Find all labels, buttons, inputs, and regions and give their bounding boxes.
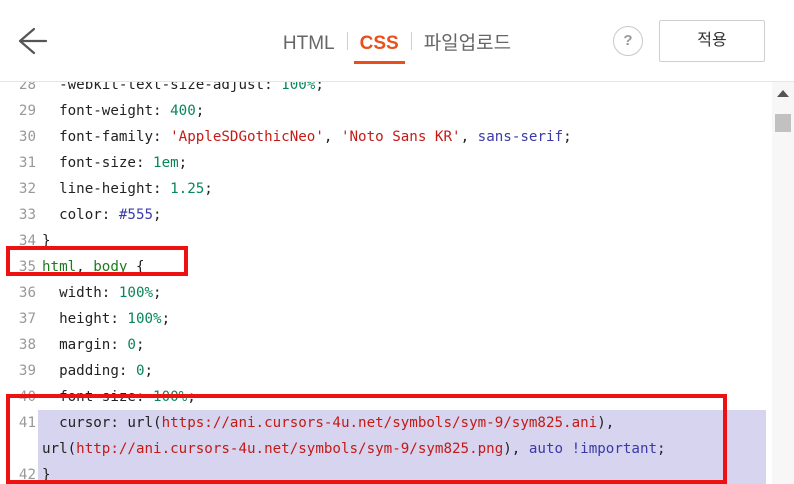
code-token: font-size: bbox=[42, 155, 154, 171]
line-number: 36 bbox=[18, 285, 36, 301]
line-number: 30 bbox=[18, 129, 36, 145]
code-token: padding: bbox=[42, 363, 136, 379]
code-token: 'AppleSDGothicNeo' bbox=[170, 129, 324, 145]
line-number: 31 bbox=[18, 155, 36, 171]
code-token: ; bbox=[153, 285, 162, 301]
code-token: ; bbox=[563, 129, 572, 145]
code-token: 'Noto Sans KR' bbox=[340, 129, 461, 145]
code-token: 100% bbox=[281, 82, 316, 93]
highlight-box-cursor-rule bbox=[6, 394, 727, 484]
code-token: 0 bbox=[127, 337, 136, 353]
apply-button[interactable]: 적용 bbox=[659, 20, 765, 62]
line-number: 32 bbox=[18, 181, 36, 197]
code-token: margin: bbox=[42, 337, 128, 353]
code-token: 1.25 bbox=[170, 181, 205, 197]
code-token: color: bbox=[42, 207, 119, 223]
line-number: 29 bbox=[18, 103, 36, 119]
line-number: 39 bbox=[18, 363, 36, 379]
line-number: 38 bbox=[18, 337, 36, 353]
code-text: margin: 0; bbox=[42, 332, 145, 358]
code-token: ; bbox=[135, 337, 145, 353]
editor-scrollbar[interactable] bbox=[772, 82, 794, 484]
code-token: 100% bbox=[118, 285, 154, 301]
tab-file-upload[interactable]: 파일업로드 bbox=[418, 28, 517, 61]
code-token: ; bbox=[153, 207, 162, 223]
code-text: font-family: 'AppleSDGothicNeo', 'Noto S… bbox=[42, 124, 572, 150]
code-text: padding: 0; bbox=[42, 358, 153, 384]
code-token: ; bbox=[195, 103, 205, 119]
code-token: font-family: bbox=[42, 129, 171, 145]
code-line[interactable]: 38 margin: 0; bbox=[0, 332, 772, 358]
code-text: width: 100%; bbox=[42, 280, 162, 306]
code-line[interactable]: 39 padding: 0; bbox=[0, 358, 772, 384]
line-number: 28 bbox=[18, 82, 36, 93]
code-token: line-height: bbox=[42, 181, 171, 197]
code-token: 100% bbox=[127, 311, 162, 327]
highlight-box-selector bbox=[6, 246, 188, 276]
line-number: 33 bbox=[18, 207, 36, 223]
code-text: color: #555; bbox=[42, 202, 162, 228]
code-token: width: bbox=[42, 285, 119, 301]
code-token: ; bbox=[178, 155, 188, 171]
code-line[interactable]: 31 font-size: 1em; bbox=[0, 150, 772, 176]
code-line[interactable]: 28 -webkit-text-size-adjust: 100%; bbox=[0, 82, 772, 98]
tab-divider bbox=[410, 31, 412, 50]
code-token: 400 bbox=[170, 103, 196, 119]
code-token: ; bbox=[315, 82, 324, 93]
code-text: font-size: 1em; bbox=[42, 150, 187, 176]
line-number: 37 bbox=[18, 311, 36, 327]
top-bar: HTML CSS 파일업로드 ? 적용 bbox=[0, 0, 794, 82]
code-token: sans-serif bbox=[477, 129, 564, 145]
code-token: #555 bbox=[118, 207, 154, 223]
help-button[interactable]: ? bbox=[613, 26, 643, 56]
code-line[interactable]: 32 line-height: 1.25; bbox=[0, 176, 772, 202]
code-token: ; bbox=[204, 181, 213, 197]
code-token: , bbox=[323, 129, 341, 145]
code-line[interactable]: 36 width: 100%; bbox=[0, 280, 772, 306]
code-line[interactable]: 30 font-family: 'AppleSDGothicNeo', 'Not… bbox=[0, 124, 772, 150]
tab-css[interactable]: CSS bbox=[353, 33, 405, 64]
scroll-up-arrow-icon[interactable] bbox=[777, 90, 789, 97]
tab-divider bbox=[346, 31, 348, 50]
code-text: line-height: 1.25; bbox=[42, 176, 213, 202]
code-token: height: bbox=[42, 311, 128, 327]
code-token: ; bbox=[161, 311, 171, 327]
code-token: 0 bbox=[135, 363, 145, 379]
code-token: ; bbox=[144, 363, 154, 379]
code-line[interactable]: 29 font-weight: 400; bbox=[0, 98, 772, 124]
code-token: 1em bbox=[153, 155, 179, 171]
tab-html[interactable]: HTML bbox=[277, 33, 341, 61]
code-token: -webkit-text-size-adjust: bbox=[42, 82, 282, 93]
code-text: -webkit-text-size-adjust: 100%; bbox=[42, 82, 324, 98]
code-line[interactable]: 33 color: #555; bbox=[0, 202, 772, 228]
scroll-thumb[interactable] bbox=[775, 114, 791, 132]
code-text: font-weight: 400; bbox=[42, 98, 204, 124]
code-text: height: 100%; bbox=[42, 306, 170, 332]
code-line[interactable]: 37 height: 100%; bbox=[0, 306, 772, 332]
code-token: , bbox=[460, 129, 478, 145]
code-token: font-weight: bbox=[42, 103, 171, 119]
